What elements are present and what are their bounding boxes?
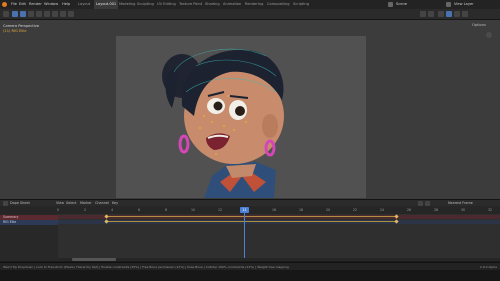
summary-label: Summary [3,215,19,219]
frame-tick-label: 18 [298,208,304,212]
frame-tick-label: 20 [325,208,331,212]
viewport-header [0,9,500,20]
scene-selector[interactable]: Scene [396,0,407,9]
bottom-strip [0,270,500,281]
tab-shading[interactable]: Shading [205,0,220,9]
frame-tick-label: 4 [110,208,114,212]
rig-ellie-channel[interactable]: RIG Ellie [0,220,58,225]
timeline-scrollbar[interactable] [58,258,500,261]
editor-type-icon[interactable] [3,11,9,17]
frame-tick-label: 30 [460,208,466,212]
rig-ellie-label: RIG Ellie [3,220,17,224]
shading-solid-icon[interactable] [446,11,452,17]
frame-tick-label: 8 [164,208,168,212]
menu-file[interactable]: File [11,0,17,9]
tab-scripting[interactable]: Scripting [293,0,309,9]
channel-list: Summary RIG Ellie [0,214,58,261]
summary-hold-line [107,216,397,217]
timeline-editor-icon[interactable] [3,200,8,206]
current-frame-indicator[interactable]: 11 [240,207,249,213]
shading-rendered-icon[interactable] [462,11,468,17]
select-lasso-icon[interactable] [36,11,42,17]
frame-tick-label: 6 [137,208,141,212]
blender-logo-icon[interactable] [2,2,7,7]
shading-wire-icon[interactable] [438,11,444,17]
ear-shape [262,114,278,138]
view-layer-icon [446,2,451,7]
frame-tick-label: 16 [271,208,277,212]
shading-material-icon[interactable] [454,11,460,17]
frame-tick-label: 32 [487,208,493,212]
camera-object-label: (11) RIG Ellie [3,29,27,33]
frame-tick-label: 0 [56,208,60,212]
tab-modeling[interactable]: Modeling [119,0,135,9]
navigation-gizmo-icon[interactable] [486,32,492,38]
frame-tick-label: 28 [433,208,439,212]
frame-tick-label: 2 [83,208,87,212]
tab-animation[interactable]: Animation [223,0,241,9]
select-box-icon[interactable] [20,11,26,17]
pivot-icon[interactable] [52,11,58,17]
menu-edit[interactable]: Edit [19,0,26,9]
tab-compositing[interactable]: Compositing [267,0,290,9]
tab-rendering[interactable]: Rendering [245,0,263,9]
character-render [162,48,284,198]
tab-layout-001[interactable]: Layout.001 [94,0,119,9]
frame-tick-label: 22 [352,208,358,212]
playhead-line[interactable] [244,207,245,261]
proportional-edit-icon[interactable] [68,11,74,17]
record-icon[interactable] [425,200,430,206]
view-layer-selector[interactable]: View Layer [454,0,474,9]
top-bar: File Edit Render Window Help Layout Layo… [0,0,500,9]
tab-uv-editing[interactable]: UV Editing [157,0,176,9]
frame-tick-label: 10 [190,208,196,212]
overlay-icon[interactable] [420,11,426,17]
left-earring-shape [178,134,190,154]
menu-render[interactable]: Render [29,0,42,9]
tab-sculpting[interactable]: Sculpting [137,0,154,9]
menu-window[interactable]: Window [44,0,58,9]
rig-hold-line [107,221,397,222]
timeline-scroll-thumb[interactable] [72,258,116,261]
frame-tick-label: 12 [217,208,223,212]
play-icon[interactable] [418,200,423,206]
tab-layout[interactable]: Layout [78,0,90,9]
tab-texture-paint[interactable]: Texture Paint [179,0,202,9]
mode-select-icon[interactable] [12,11,18,17]
menu-help[interactable]: Help [62,0,70,9]
snap-icon[interactable] [60,11,66,17]
frame-ruler[interactable] [0,206,500,214]
frame-tick-label: 24 [379,208,385,212]
camera-perspective-label: Camera Perspective [3,24,40,28]
xray-icon[interactable] [428,11,434,17]
select-circle-icon[interactable] [28,11,34,17]
transform-icon[interactable] [44,11,50,17]
options-button[interactable]: Options [472,23,486,27]
frame-tick-label: 26 [406,208,412,212]
scene-icon [388,2,393,7]
